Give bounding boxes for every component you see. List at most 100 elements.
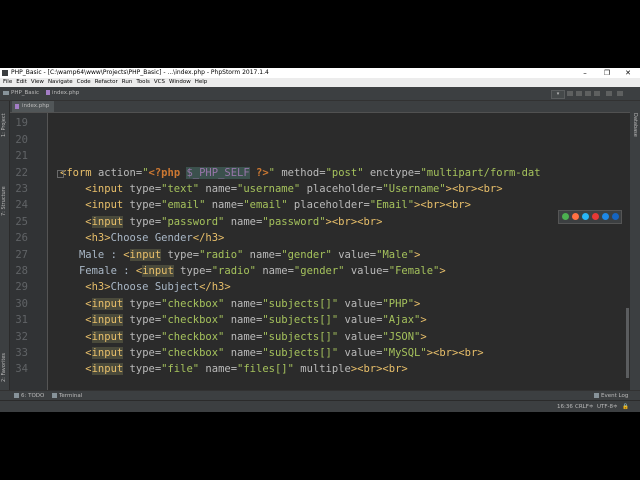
menu-file[interactable]: File bbox=[3, 78, 12, 87]
folder-icon bbox=[3, 90, 9, 95]
menu-navigate[interactable]: Navigate bbox=[48, 78, 73, 87]
title-bar: PHP_Basic - [C:\wamp64\www\Projects\PHP_… bbox=[0, 68, 640, 78]
line-number: 30 bbox=[15, 297, 28, 310]
terminal-icon bbox=[52, 393, 57, 398]
breadcrumb-file[interactable]: index.php bbox=[46, 87, 79, 100]
settings-icon[interactable] bbox=[606, 91, 612, 96]
code-line: 31 <input type="checkbox" name="subjects… bbox=[10, 312, 630, 328]
code-line: 23 <input type="text" name="username" pl… bbox=[10, 181, 630, 197]
code-text: <input type="text" name="username" place… bbox=[60, 183, 503, 195]
line-separator[interactable]: CRLF≑ bbox=[575, 401, 594, 412]
opera-icon[interactable] bbox=[592, 213, 599, 220]
project-tool-button[interactable]: 1: Project bbox=[0, 105, 9, 145]
menu-vcs[interactable]: VCS bbox=[154, 78, 165, 87]
internet-explorer-icon[interactable] bbox=[602, 213, 609, 220]
menu-help[interactable]: Help bbox=[195, 78, 208, 87]
line-number: 24 bbox=[15, 199, 28, 212]
menu-refactor[interactable]: Refactor bbox=[95, 78, 118, 87]
menu-edit[interactable]: Edit bbox=[16, 78, 27, 87]
code-line: 25 <input type="password" name="password… bbox=[10, 214, 630, 230]
vertical-scrollbar[interactable] bbox=[626, 308, 629, 378]
line-number: 19 bbox=[15, 117, 28, 130]
code-line: 20 bbox=[10, 132, 630, 148]
file-encoding[interactable]: UTF-8≑ bbox=[597, 401, 618, 412]
edge-icon[interactable] bbox=[612, 213, 619, 220]
line-number: 25 bbox=[15, 215, 28, 228]
event-log-icon bbox=[594, 393, 599, 398]
right-tool-strip: Database bbox=[630, 101, 640, 391]
close-button[interactable]: ✕ bbox=[617, 68, 639, 78]
code-text: <input type="checkbox" name="subjects[]"… bbox=[60, 330, 427, 343]
code-text: <input type="file" name="files[]" multip… bbox=[60, 363, 408, 376]
menu-view[interactable]: View bbox=[31, 78, 44, 87]
menu-code[interactable]: Code bbox=[77, 78, 91, 87]
run-config-dropdown[interactable]: ▾ bbox=[551, 90, 565, 99]
editor-tab-bar: index.php bbox=[10, 101, 630, 113]
navigation-bar: PHP_Basic index.php ▾ bbox=[0, 87, 640, 101]
code-line: 28 Female : <input type="radio" name="ge… bbox=[10, 263, 630, 279]
code-text: <input type="checkbox" name="subjects[]"… bbox=[60, 347, 484, 359]
line-number: 31 bbox=[15, 314, 28, 327]
code-line: 32 <input type="checkbox" name="subjects… bbox=[10, 329, 630, 345]
line-number: 21 bbox=[15, 150, 28, 163]
code-text: <input type="email" name="email" placeho… bbox=[60, 199, 471, 212]
stop-icon[interactable] bbox=[594, 91, 600, 96]
line-number: 28 bbox=[15, 265, 28, 277]
line-number: 29 bbox=[15, 281, 28, 294]
maximize-button[interactable]: ❐ bbox=[596, 68, 618, 78]
code-text: <form action="<?php $_PHP_SELF ?>" metho… bbox=[60, 166, 541, 179]
debug-icon[interactable] bbox=[576, 91, 582, 96]
firefox-icon[interactable] bbox=[572, 213, 579, 220]
line-number: 27 bbox=[15, 248, 28, 261]
chrome-icon[interactable] bbox=[562, 213, 569, 220]
todo-icon bbox=[14, 393, 19, 398]
code-line: 27 Male : <input type="radio" name="gend… bbox=[10, 247, 630, 263]
code-text: <input type="password" name="password"><… bbox=[60, 215, 383, 228]
code-text: Female : <input type="radio" name="gende… bbox=[60, 265, 446, 277]
run-icon[interactable] bbox=[567, 91, 573, 96]
menu-run[interactable]: Run bbox=[122, 78, 133, 87]
line-number: 20 bbox=[15, 133, 28, 146]
code-text: <h3>Choose Subject</h3> bbox=[60, 281, 231, 294]
code-text: Male : <input type="radio" name="gender"… bbox=[60, 248, 421, 261]
favorites-tool-button[interactable]: 2: Favorites bbox=[0, 346, 9, 388]
line-number: 33 bbox=[15, 347, 28, 359]
line-number: 26 bbox=[15, 232, 28, 245]
code-line: 26 <h3>Choose Gender</h3> bbox=[10, 230, 630, 246]
php-file-icon bbox=[46, 90, 50, 95]
menu-window[interactable]: Window bbox=[169, 78, 191, 87]
menu-tools[interactable]: Tools bbox=[136, 78, 150, 87]
code-text: <h3>Choose Gender</h3> bbox=[60, 232, 225, 245]
caret-position[interactable]: 16:36 bbox=[557, 401, 573, 412]
code-line: 24 <input type="email" name="email" plac… bbox=[10, 197, 630, 213]
open-in-browser-toolbar bbox=[558, 210, 622, 224]
code-line: 33 <input type="checkbox" name="subjects… bbox=[10, 345, 630, 361]
code-editor[interactable]: ?>19202122<form action="<?php $_PHP_SELF… bbox=[10, 113, 630, 390]
safari-icon[interactable] bbox=[582, 213, 589, 220]
code-line: 21 bbox=[10, 148, 630, 164]
php-file-icon bbox=[15, 104, 19, 109]
structure-tool-button[interactable]: 7: Structure bbox=[0, 179, 9, 224]
code-line: 22 <form action="<?php $_PHP_SELF ?>" met… bbox=[10, 165, 630, 181]
tab-index-php[interactable]: index.php bbox=[12, 101, 55, 112]
code-line: 34 <input type="file" name="files[]" mul… bbox=[10, 361, 630, 377]
fold-marker-icon[interactable] bbox=[57, 169, 64, 178]
window-title: PHP_Basic - [C:\wamp64\www\Projects\PHP_… bbox=[11, 69, 269, 76]
search-everywhere-icon[interactable] bbox=[617, 91, 623, 96]
database-tool-button[interactable]: Database bbox=[630, 113, 640, 137]
status-bar: 16:36 CRLF≑ UTF-8≑ 🔒 bbox=[0, 400, 640, 412]
line-number: 34 bbox=[15, 363, 28, 376]
code-text: <input type="checkbox" name="subjects[]"… bbox=[60, 314, 427, 327]
breadcrumb-project[interactable]: PHP_Basic bbox=[3, 87, 39, 100]
lock-icon[interactable]: 🔒 bbox=[622, 401, 629, 412]
phpstorm-logo-icon bbox=[2, 70, 8, 76]
code-line: 30 <input type="checkbox" name="subjects… bbox=[10, 296, 630, 312]
menu-bar: File Edit View Navigate Code Refactor Run Tools… bbox=[0, 78, 640, 87]
line-number: 32 bbox=[15, 330, 28, 343]
minimize-button[interactable]: – bbox=[574, 68, 596, 78]
coverage-icon[interactable] bbox=[585, 91, 591, 96]
code-line: 29 <h3>Choose Subject</h3> bbox=[10, 279, 630, 295]
code-text: <input type="checkbox" name="subjects[]"… bbox=[60, 297, 421, 310]
line-number: 22 bbox=[15, 166, 28, 179]
left-tool-strip: 1: Project 7: Structure 2: Favorites bbox=[0, 101, 10, 391]
